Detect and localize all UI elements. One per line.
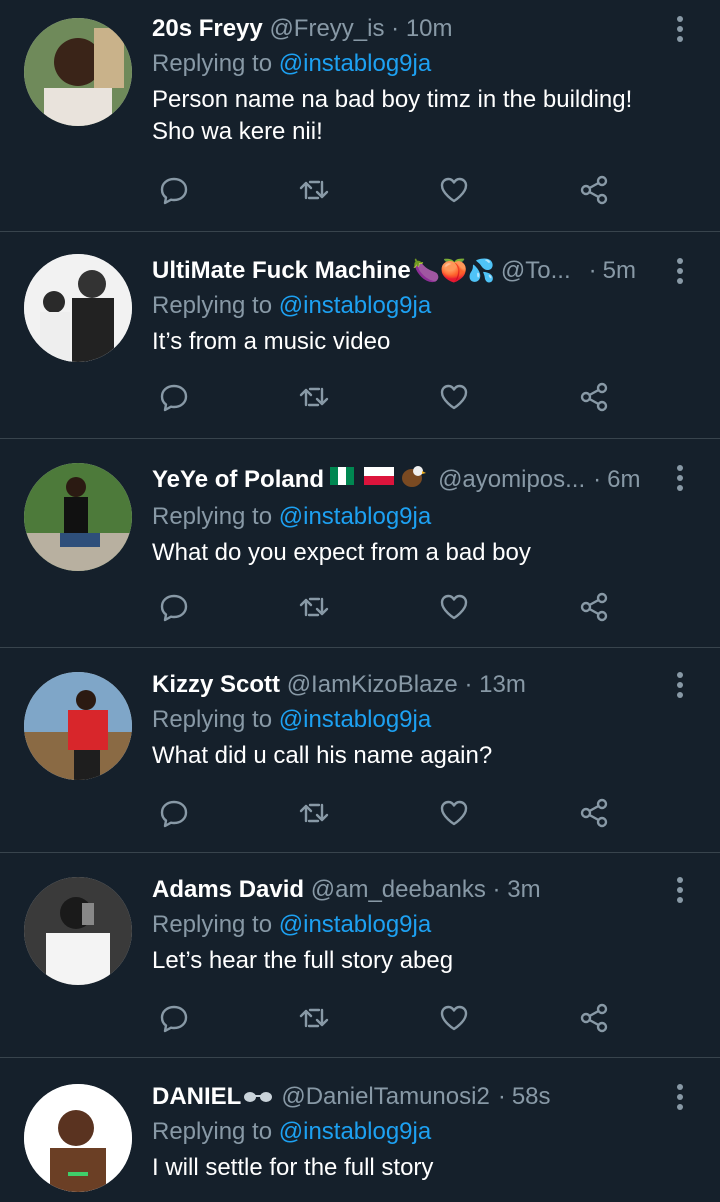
tweet-header: UltiMate Fuck Machine 🍆🍑💦 @To... · 5m	[152, 256, 636, 286]
tweet-header: YeYe of Poland @ayomipos... · 6m	[152, 463, 660, 497]
tweet-text: What do you expect from a bad boy	[152, 539, 531, 566]
author-handle[interactable]: @am_deebanks	[311, 876, 486, 903]
more-options-icon[interactable]	[668, 875, 692, 905]
author-handle[interactable]: @To...	[501, 256, 571, 286]
author-handle[interactable]: @Freyy_is	[269, 15, 384, 42]
sunglasses-emoji	[243, 1082, 273, 1112]
retweet-icon[interactable]	[294, 793, 334, 833]
retweet-icon[interactable]	[294, 998, 334, 1038]
replying-to: Replying to @instablog9ja	[152, 50, 432, 77]
tweet-text: I will settle for the full story	[152, 1154, 434, 1181]
reply-mention[interactable]: @instablog9ja	[279, 706, 431, 733]
tweet[interactable]: Kizzy Scott @IamKizoBlaze · 13m Replying…	[0, 648, 720, 853]
author-handle[interactable]: @IamKizoBlaze	[287, 671, 458, 698]
author-handle[interactable]: @DanielTamunosi2	[281, 1082, 489, 1112]
share-icon[interactable]	[574, 587, 614, 627]
more-options-icon[interactable]	[668, 1082, 692, 1112]
reply-icon[interactable]	[154, 377, 194, 417]
tweet-header: 20s Freyy @Freyy_is · 10m	[152, 15, 453, 42]
replying-to: Replying to @instablog9ja	[152, 292, 432, 319]
author-name[interactable]: UltiMate Fuck Machine	[152, 256, 411, 286]
retweet-icon[interactable]	[294, 170, 334, 210]
like-icon[interactable]	[434, 587, 474, 627]
tweet-text: It’s from a music video	[152, 328, 391, 355]
tweet-header: DANIEL @DanielTamunosi2 · 58s	[152, 1082, 551, 1112]
more-options-icon[interactable]	[668, 14, 692, 44]
tweet[interactable]: 20s Freyy @Freyy_is · 10m Replying to @i…	[0, 0, 720, 232]
reply-icon[interactable]	[154, 170, 194, 210]
share-icon[interactable]	[574, 998, 614, 1038]
reply-icon[interactable]	[154, 587, 194, 627]
tweet-header: Adams David @am_deebanks · 3m	[152, 876, 541, 903]
like-icon[interactable]	[434, 377, 474, 417]
tweet-text: What did u call his name again?	[152, 742, 493, 769]
author-name[interactable]: 20s Freyy	[152, 15, 263, 42]
share-icon[interactable]	[574, 793, 614, 833]
reply-mention[interactable]: @instablog9ja	[279, 1118, 431, 1145]
avatar[interactable]	[24, 254, 132, 362]
tweet[interactable]: UltiMate Fuck Machine 🍆🍑💦 @To... · 5m Re…	[0, 232, 720, 439]
timestamp[interactable]: 10m	[406, 15, 453, 42]
tweet[interactable]: YeYe of Poland @ayomipos... · 6m Replyin…	[0, 439, 720, 648]
avatar[interactable]	[24, 672, 132, 780]
share-icon[interactable]	[574, 170, 614, 210]
reply-mention[interactable]: @instablog9ja	[279, 911, 431, 938]
tweet-text: Let’s hear the full story abeg	[152, 947, 454, 974]
author-name[interactable]: Kizzy Scott	[152, 671, 280, 698]
author-name[interactable]: DANIEL	[152, 1082, 241, 1112]
reply-mention[interactable]: @instablog9ja	[279, 292, 431, 319]
tweet-feed: 20s Freyy @Freyy_is · 10m Replying to @i…	[0, 0, 720, 1198]
author-handle[interactable]: @ayomipos...	[438, 465, 585, 495]
replying-to: Replying to @instablog9ja	[152, 503, 432, 530]
flag-emojis	[330, 463, 430, 497]
more-options-icon[interactable]	[668, 256, 692, 286]
replying-to: Replying to @instablog9ja	[152, 911, 432, 938]
tweet[interactable]: DANIEL @DanielTamunosi2 · 58s Replying t…	[0, 1058, 720, 1198]
replying-to: Replying to @instablog9ja	[152, 706, 432, 733]
tweet-text: Person name na bad boy timz in the build…	[152, 86, 633, 145]
name-emoji: 🍆🍑💦	[412, 258, 495, 283]
timestamp[interactable]: 13m	[479, 671, 526, 698]
avatar[interactable]	[24, 18, 132, 126]
avatar[interactable]	[24, 463, 132, 571]
author-name[interactable]: Adams David	[152, 876, 304, 903]
like-icon[interactable]	[434, 998, 474, 1038]
more-options-icon[interactable]	[668, 670, 692, 700]
more-options-icon[interactable]	[668, 463, 692, 493]
avatar[interactable]	[24, 1084, 132, 1192]
timestamp[interactable]: 5m	[603, 256, 636, 286]
reply-icon[interactable]	[154, 793, 194, 833]
like-icon[interactable]	[434, 170, 474, 210]
timestamp[interactable]: 3m	[507, 876, 540, 903]
replying-to: Replying to @instablog9ja	[152, 1118, 432, 1145]
retweet-icon[interactable]	[294, 587, 334, 627]
timestamp[interactable]: 58s	[512, 1082, 551, 1112]
retweet-icon[interactable]	[294, 377, 334, 417]
tweet[interactable]: Adams David @am_deebanks · 3m Replying t…	[0, 853, 720, 1058]
reply-icon[interactable]	[154, 998, 194, 1038]
share-icon[interactable]	[574, 377, 614, 417]
reply-mention[interactable]: @instablog9ja	[279, 50, 431, 77]
author-name[interactable]: YeYe of Poland	[152, 465, 324, 495]
avatar[interactable]	[24, 877, 132, 985]
timestamp[interactable]: 6m	[607, 465, 640, 495]
tweet-header: Kizzy Scott @IamKizoBlaze · 13m	[152, 671, 526, 698]
reply-mention[interactable]: @instablog9ja	[279, 503, 431, 530]
like-icon[interactable]	[434, 793, 474, 833]
